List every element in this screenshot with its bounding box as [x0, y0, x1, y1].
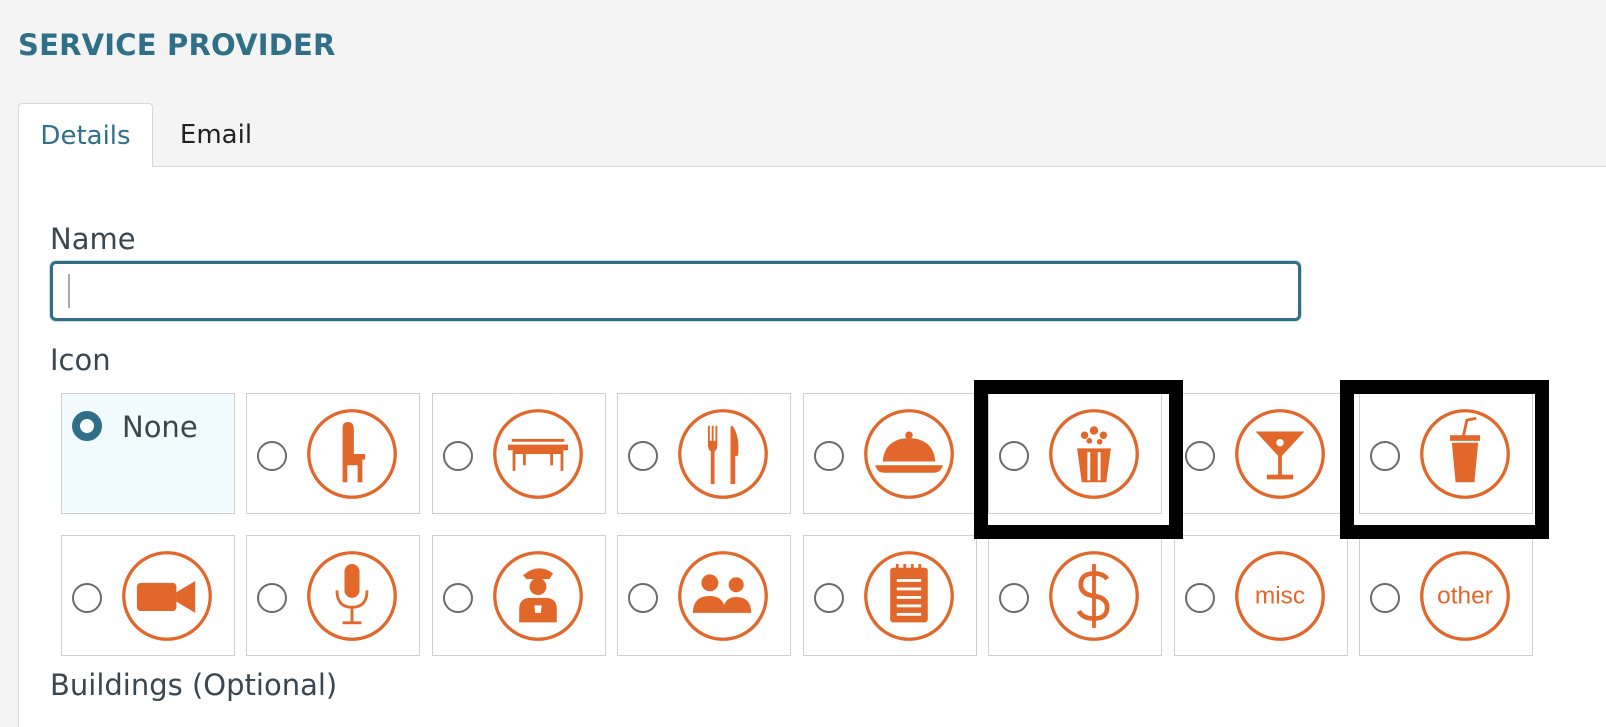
icon-option-other[interactable]: other — [1359, 535, 1533, 656]
chair-icon — [307, 409, 397, 499]
radio-button[interactable] — [1370, 441, 1400, 471]
icon-option-cutlery[interactable] — [617, 393, 791, 514]
none-option-label: None — [122, 410, 198, 444]
video-camera-icon — [122, 551, 212, 641]
popcorn-icon — [1049, 409, 1139, 499]
name-input[interactable] — [50, 261, 1301, 321]
icon-option-drink[interactable] — [1359, 393, 1533, 514]
microphone-icon — [307, 551, 397, 641]
icon-option-table[interactable] — [432, 393, 606, 514]
other-icon: other — [1420, 551, 1510, 641]
buildings-label: Buildings (Optional) — [50, 668, 338, 702]
cocktail-glass-icon — [1235, 409, 1325, 499]
icon-option-dollar[interactable] — [988, 535, 1162, 656]
icon-option-none[interactable]: None — [61, 393, 235, 514]
table-icon — [493, 409, 583, 499]
radio-button[interactable] — [999, 583, 1029, 613]
radio-button[interactable] — [257, 441, 287, 471]
icon-option-microphone[interactable] — [246, 535, 420, 656]
radio-button[interactable] — [443, 583, 473, 613]
radio-button[interactable] — [1370, 583, 1400, 613]
name-label: Name — [50, 222, 136, 256]
radio-button[interactable] — [814, 441, 844, 471]
radio-button[interactable] — [814, 583, 844, 613]
tab-details[interactable]: Details — [18, 103, 153, 167]
radio-button[interactable] — [257, 583, 287, 613]
fork-knife-icon — [678, 409, 768, 499]
radio-button[interactable] — [628, 583, 658, 613]
people-group-icon — [678, 551, 768, 641]
notepad-icon — [864, 551, 954, 641]
icon-option-cloche[interactable] — [803, 393, 977, 514]
icon-option-people[interactable] — [617, 535, 791, 656]
radio-button[interactable] — [1185, 583, 1215, 613]
icon-option-misc[interactable]: misc — [1174, 535, 1348, 656]
icon-option-popcorn[interactable] — [988, 393, 1162, 514]
misc-icon: misc — [1235, 551, 1325, 641]
serving-cloche-icon — [864, 409, 954, 499]
radio-button[interactable] — [628, 441, 658, 471]
icon-label: Icon — [50, 343, 111, 377]
text-caret — [68, 274, 70, 308]
icon-option-video[interactable] — [61, 535, 235, 656]
tab-email[interactable]: Email — [166, 103, 266, 167]
dollar-icon — [1049, 551, 1139, 641]
other-icon-text: other — [1437, 583, 1493, 610]
radio-checked[interactable] — [72, 411, 102, 441]
drink-cup-icon — [1420, 409, 1510, 499]
radio-button[interactable] — [1185, 441, 1215, 471]
icon-option-chair[interactable] — [246, 393, 420, 514]
icon-option-staff[interactable] — [432, 535, 606, 656]
misc-icon-text: misc — [1255, 583, 1305, 610]
icon-option-notepad[interactable] — [803, 535, 977, 656]
page-title: SERVICE PROVIDER — [18, 28, 336, 62]
radio-button[interactable] — [72, 583, 102, 613]
icon-option-cocktail[interactable] — [1174, 393, 1348, 514]
staff-person-icon — [493, 551, 583, 641]
radio-button[interactable] — [999, 441, 1029, 471]
radio-button[interactable] — [443, 441, 473, 471]
